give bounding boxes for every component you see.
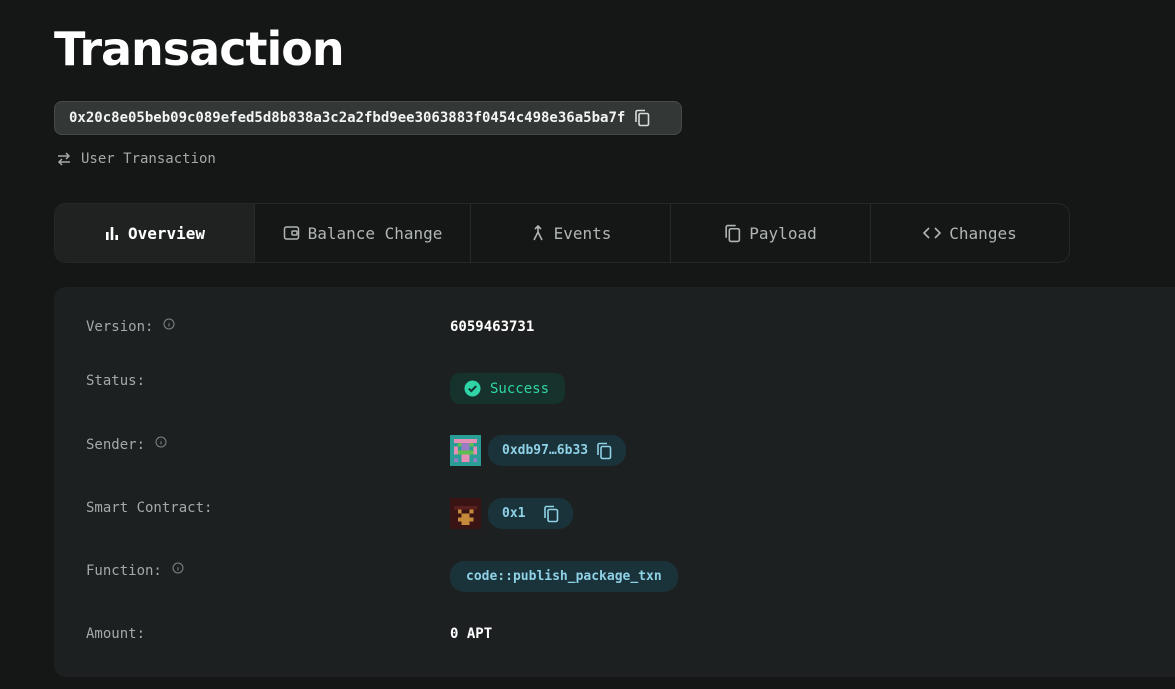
bar-chart-icon bbox=[104, 225, 120, 241]
copy-icon bbox=[597, 442, 612, 459]
tab-balance-change-label: Balance Change bbox=[307, 223, 443, 243]
transaction-type-label: User Transaction bbox=[81, 151, 216, 167]
version-label: Version: bbox=[86, 319, 154, 335]
overview-card: Version: 6059463731 Status: Success Send… bbox=[54, 287, 1175, 677]
tab-changes-label: Changes bbox=[949, 223, 1017, 243]
smart-contract-address[interactable]: 0x1 bbox=[502, 506, 525, 521]
tab-payload[interactable]: Payload bbox=[671, 204, 871, 262]
page-title: Transaction bbox=[54, 22, 345, 76]
function-info-icon[interactable] bbox=[172, 562, 184, 574]
transaction-type: User Transaction bbox=[56, 151, 216, 167]
tab-events-label: Events bbox=[553, 223, 612, 243]
copy-icon bbox=[635, 109, 650, 127]
sender-label-wrap: Sender: bbox=[86, 436, 167, 453]
code-icon bbox=[923, 226, 942, 240]
status-label-wrap: Status: bbox=[86, 373, 145, 389]
sender-address[interactable]: 0xdb97…6b33 bbox=[502, 443, 588, 458]
smart-contract-label: Smart Contract: bbox=[86, 500, 213, 516]
status-label: Status: bbox=[86, 373, 146, 389]
function-label-wrap: Function: bbox=[86, 562, 184, 579]
smart-contract-address-pill[interactable]: 0x1 bbox=[488, 498, 574, 529]
copy-icon bbox=[724, 224, 741, 243]
copy-sender-button[interactable] bbox=[596, 442, 612, 460]
tab-changes[interactable]: Changes bbox=[871, 204, 1069, 262]
smart-contract-avatar[interactable] bbox=[450, 498, 481, 529]
transaction-page: Transaction 0x20c8e05beb09c089efed5d8b83… bbox=[0, 0, 1175, 689]
tab-events[interactable]: Events bbox=[471, 204, 671, 262]
swap-arrows-icon bbox=[57, 152, 71, 166]
sender-address-pill[interactable]: 0xdb97…6b33 bbox=[488, 435, 627, 466]
copy-hash-button[interactable] bbox=[634, 109, 650, 127]
sender-info-icon[interactable] bbox=[155, 436, 167, 448]
check-circle-icon bbox=[464, 380, 481, 397]
tab-overview-label: Overview bbox=[127, 223, 206, 243]
tab-balance-change[interactable]: Balance Change bbox=[255, 204, 471, 262]
tab-overview[interactable]: Overview bbox=[55, 204, 255, 262]
copy-icon bbox=[544, 505, 559, 522]
version-info-icon[interactable] bbox=[163, 318, 175, 330]
wallet-icon bbox=[283, 225, 300, 241]
smart-contract-label-wrap: Smart Contract: bbox=[86, 500, 212, 516]
function-label: Function: bbox=[86, 563, 162, 579]
version-value: 6059463731 bbox=[450, 319, 535, 335]
transaction-hash-box: 0x20c8e05beb09c089efed5d8b838a3c2a2fbd9e… bbox=[54, 101, 682, 135]
function-pill[interactable]: code::publish_package_txn bbox=[450, 561, 678, 592]
function-value[interactable]: code::publish_package_txn bbox=[466, 569, 662, 584]
status-badge: Success bbox=[450, 373, 565, 404]
version-label-wrap: Version: bbox=[86, 318, 175, 335]
status-value: Success bbox=[490, 380, 550, 397]
amount-label: Amount: bbox=[86, 626, 146, 642]
amount-label-wrap: Amount: bbox=[86, 626, 145, 642]
sender-label: Sender: bbox=[86, 437, 146, 453]
transaction-hash: 0x20c8e05beb09c089efed5d8b838a3c2a2fbd9e… bbox=[69, 110, 626, 126]
tab-payload-label: Payload bbox=[749, 223, 817, 243]
copy-contract-button[interactable] bbox=[543, 505, 559, 523]
transaction-tabs: Overview Balance Change Events Payload C… bbox=[54, 203, 1070, 263]
sender-avatar[interactable] bbox=[450, 435, 481, 466]
amount-value: 0 APT bbox=[450, 626, 493, 642]
merge-icon bbox=[530, 225, 546, 241]
